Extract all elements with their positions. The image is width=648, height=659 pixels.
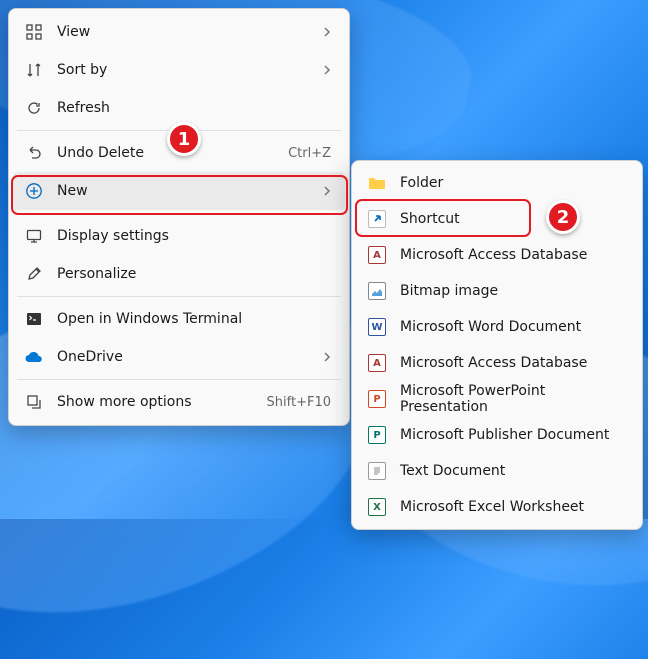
excel-icon: X: [368, 498, 386, 516]
annotation-badge-1: 1: [167, 122, 201, 156]
undo-icon: [25, 144, 43, 162]
menu-label: Microsoft Word Document: [400, 319, 624, 335]
menu-item-personalize[interactable]: Personalize: [13, 255, 345, 293]
desktop-context-menu: View Sort by Refresh Undo Dele: [8, 8, 350, 426]
publisher-icon: P: [368, 426, 386, 444]
access-icon: A: [368, 246, 386, 264]
menu-label: Personalize: [57, 266, 331, 282]
onedrive-icon: [25, 348, 43, 366]
submenu-item-publisher[interactable]: P Microsoft Publisher Document: [356, 417, 638, 453]
menu-label: Microsoft Excel Worksheet: [400, 499, 624, 515]
more-options-icon: [25, 393, 43, 411]
chevron-right-icon: [323, 64, 331, 76]
word-icon: W: [368, 318, 386, 336]
menu-separator: [17, 213, 341, 214]
menu-item-display-settings[interactable]: Display settings: [13, 217, 345, 255]
chevron-right-icon: [323, 351, 331, 363]
menu-label: Display settings: [57, 228, 331, 244]
menu-label: Sort by: [57, 62, 309, 78]
menu-label: Shortcut: [400, 211, 624, 227]
menu-label: Text Document: [400, 463, 624, 479]
menu-label: Microsoft Publisher Document: [400, 427, 624, 443]
submenu-item-access[interactable]: A Microsoft Access Database: [356, 345, 638, 381]
menu-label: Undo Delete: [57, 145, 274, 161]
menu-item-sort-by[interactable]: Sort by: [13, 51, 345, 89]
chevron-right-icon: [323, 26, 331, 38]
menu-label: Microsoft Access Database: [400, 355, 624, 371]
bitmap-icon: [368, 282, 386, 300]
menu-item-refresh[interactable]: Refresh: [13, 89, 345, 127]
submenu-item-bitmap[interactable]: Bitmap image: [356, 273, 638, 309]
new-submenu: Folder Shortcut A Microsoft Access Datab…: [351, 160, 643, 530]
access-icon: A: [368, 354, 386, 372]
submenu-item-folder[interactable]: Folder: [356, 165, 638, 201]
menu-item-view[interactable]: View: [13, 13, 345, 51]
view-icon: [25, 23, 43, 41]
text-icon: [368, 462, 386, 480]
menu-label: Folder: [400, 175, 624, 191]
submenu-item-text[interactable]: Text Document: [356, 453, 638, 489]
refresh-icon: [25, 99, 43, 117]
shortcut-icon: [368, 210, 386, 228]
sort-icon: [25, 61, 43, 79]
submenu-item-access[interactable]: A Microsoft Access Database: [356, 237, 638, 273]
powerpoint-icon: P: [368, 390, 386, 408]
menu-item-terminal[interactable]: Open in Windows Terminal: [13, 300, 345, 338]
chevron-right-icon: [323, 185, 331, 197]
menu-label: Open in Windows Terminal: [57, 311, 331, 327]
new-icon: [25, 182, 43, 200]
menu-label: OneDrive: [57, 349, 309, 365]
menu-separator: [17, 296, 341, 297]
personalize-icon: [25, 265, 43, 283]
menu-item-more-options[interactable]: Show more options Shift+F10: [13, 383, 345, 421]
submenu-item-powerpoint[interactable]: P Microsoft PowerPoint Presentation: [356, 381, 638, 417]
menu-item-onedrive[interactable]: OneDrive: [13, 338, 345, 376]
menu-shortcut: Ctrl+Z: [288, 146, 331, 161]
menu-label: View: [57, 24, 309, 40]
menu-label: Show more options: [57, 394, 253, 410]
menu-label: Bitmap image: [400, 283, 624, 299]
menu-label: Refresh: [57, 100, 331, 116]
menu-label: Microsoft PowerPoint Presentation: [400, 383, 624, 415]
menu-label: New: [57, 183, 309, 199]
menu-item-new[interactable]: New: [13, 172, 345, 210]
submenu-item-word[interactable]: W Microsoft Word Document: [356, 309, 638, 345]
menu-shortcut: Shift+F10: [267, 395, 331, 410]
menu-label: Microsoft Access Database: [400, 247, 624, 263]
submenu-item-excel[interactable]: X Microsoft Excel Worksheet: [356, 489, 638, 525]
terminal-icon: [25, 310, 43, 328]
annotation-badge-2: 2: [546, 200, 580, 234]
display-icon: [25, 227, 43, 245]
submenu-item-shortcut[interactable]: Shortcut: [356, 201, 638, 237]
menu-separator: [17, 379, 341, 380]
folder-icon: [368, 174, 386, 192]
